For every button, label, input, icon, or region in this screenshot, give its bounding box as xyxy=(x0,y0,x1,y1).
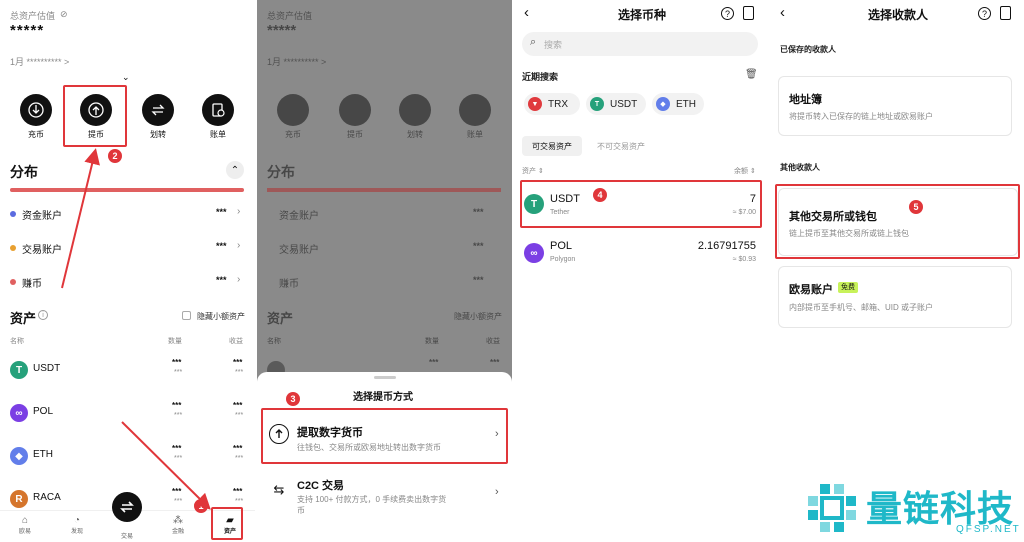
tutorial-collage: 总资产估值 ⊘ ***** 1月 ********** > ⌄ 充币 提币 划转 xyxy=(0,0,1024,542)
sheet-title: 选择提币方式 xyxy=(353,392,413,403)
coin-row-pol[interactable]: ∞ POL Polygon 2.16791755 ≈ $0.93 xyxy=(520,232,762,272)
option-desc: 支持 100+ 付款方式，0 手续费卖出数字货 xyxy=(297,495,447,504)
search-icon: ⌕ xyxy=(530,36,537,48)
back-icon[interactable]: ‹ xyxy=(780,4,785,21)
coin-symbol: POL xyxy=(550,240,573,252)
card-title: 欧易账户 xyxy=(789,284,833,296)
saved-section-title: 已保存的收款人 xyxy=(780,45,836,54)
col-balance: 余额 ⇕ xyxy=(734,168,756,175)
earn-value: *** xyxy=(473,275,484,285)
highlight-other-exchange xyxy=(775,184,1020,259)
total-assets-value: ***** xyxy=(267,22,297,39)
step-badge-5: 5 xyxy=(909,200,923,214)
highlight-usdt xyxy=(520,180,762,228)
recent-search-title: 近期搜索 xyxy=(522,72,559,82)
select-recipient-screen: ‹ 选择收款人 ? 已保存的收款人 地址簿 将提币转入已保存的链上地址或欧易账户… xyxy=(770,0,1024,542)
address-book-card[interactable]: 地址簿 将提币转入已保存的链上地址或欧易账户 xyxy=(778,76,1012,136)
step-badge-3: 3 xyxy=(286,392,300,406)
step-badge-4: 4 xyxy=(593,188,607,202)
deposit-icon xyxy=(277,94,309,126)
back-icon[interactable]: ‹ xyxy=(524,4,529,21)
tab-label: 可交易资产 xyxy=(532,141,572,151)
card-desc: 内部提币至手机号、邮箱、UID 或子账户 xyxy=(789,303,933,312)
tab-tradable[interactable]: 可交易资产 xyxy=(522,136,582,156)
col-asset: 资产 ⇕ xyxy=(522,168,544,175)
trading-label: 交易账户 xyxy=(279,245,319,256)
trading-value: *** xyxy=(473,241,484,251)
coin-name: Polygon xyxy=(550,256,576,263)
withdraw-method-screen: 总资产估值 ***** 1月 ********** > 充币 提币 划转 账单 … xyxy=(257,0,512,542)
free-tag: 免费 xyxy=(838,282,858,293)
transfer-icon xyxy=(399,94,431,126)
bill-label: 账单 xyxy=(467,130,483,139)
pnl-subline: 1月 ********** > xyxy=(267,57,327,67)
other-section-title: 其他收款人 xyxy=(780,163,820,172)
card-desc: 将提币转入已保存的链上地址或欧易账户 xyxy=(789,112,933,121)
option-title: C2C 交易 xyxy=(297,480,345,492)
trash-icon[interactable]: 🗑 xyxy=(745,69,758,80)
history-icon[interactable] xyxy=(743,6,754,20)
asset-pnl: *** xyxy=(490,358,500,367)
option-c2c[interactable]: ⇆ C2C 交易 支持 100+ 付款方式，0 手续费卖出数字货 币 › xyxy=(261,472,508,520)
deposit-label: 充币 xyxy=(285,130,301,139)
distribution-title: 分布 xyxy=(267,164,295,180)
withdraw-label: 提币 xyxy=(347,130,363,139)
chip-label: TRX xyxy=(548,98,568,110)
total-assets-label: 总资产估值 xyxy=(267,11,313,21)
recent-chip-usdt[interactable]: T USDT xyxy=(586,93,646,115)
funding-label: 资金账户 xyxy=(279,211,319,222)
sheet-handle[interactable] xyxy=(374,376,396,379)
chevron-right-icon: › xyxy=(495,486,499,498)
brand-logo-icon xyxy=(806,482,858,534)
transfer-label: 划转 xyxy=(407,130,423,139)
col-name: 名称 xyxy=(267,338,281,345)
distribution-bar xyxy=(267,188,501,192)
col-pnl: 收益 xyxy=(486,338,500,345)
help-icon[interactable]: ? xyxy=(978,7,991,20)
recent-chip-trx[interactable]: ▼ TRX xyxy=(524,93,580,115)
eth-icon: ◆ xyxy=(656,97,670,111)
earn-label: 赚币 xyxy=(279,279,299,290)
col-qty: 数量 xyxy=(425,338,439,345)
guide-arrows xyxy=(61,148,211,510)
funding-value: *** xyxy=(473,207,484,217)
chip-label: USDT xyxy=(610,98,638,110)
usdt-icon: T xyxy=(590,97,604,111)
highlight-crypto-withdraw xyxy=(261,408,508,464)
pol-icon: ∞ xyxy=(524,243,544,263)
select-coin-screen: ‹ 选择币种 ? ⌕ 搜索 近期搜索 🗑 ▼ TRX T USDT ◆ ETH … xyxy=(514,0,768,542)
tab-label: 不可交易资产 xyxy=(597,141,645,151)
coin-fiat: ≈ $0.93 xyxy=(732,256,756,263)
search-placeholder: 搜索 xyxy=(544,40,563,50)
help-icon[interactable]: ? xyxy=(721,7,734,20)
tab-non-tradable[interactable]: 不可交易资产 xyxy=(588,136,654,156)
page-title: 选择币种 xyxy=(618,8,667,22)
chip-label: ETH xyxy=(676,98,696,110)
coin-amount: 2.16791755 xyxy=(697,240,756,252)
card-title: 地址簿 xyxy=(789,94,822,106)
hide-small-label: 隐藏小额资产 xyxy=(454,312,502,321)
withdraw-icon xyxy=(339,94,371,126)
brand-domain: QFSP.NET xyxy=(956,524,1021,535)
assets-title: 资产 xyxy=(267,311,294,326)
recent-chip-eth[interactable]: ◆ ETH xyxy=(652,93,704,115)
bill-icon xyxy=(459,94,491,126)
search-input[interactable]: ⌕ 搜索 xyxy=(522,32,758,56)
assets-screen: 总资产估值 ⊘ ***** 1月 ********** > ⌄ 充币 提币 划转 xyxy=(0,0,255,542)
trx-icon: ▼ xyxy=(528,97,542,111)
okx-account-card[interactable]: 欧易账户 免费 内部提币至手机号、邮箱、UID 或子账户 xyxy=(778,266,1012,328)
asset-qty: *** xyxy=(429,358,439,367)
history-icon[interactable] xyxy=(1000,6,1011,20)
page-title: 选择收款人 xyxy=(868,8,929,22)
c2c-users-icon: ⇆ xyxy=(273,482,285,497)
option-desc-wrap: 币 xyxy=(297,506,305,515)
withdraw-method-sheet: 选择提币方式 提取数字货币 往钱包、交易所或欧易地址转出数字货币 › 3 ⇆ C… xyxy=(257,372,512,542)
